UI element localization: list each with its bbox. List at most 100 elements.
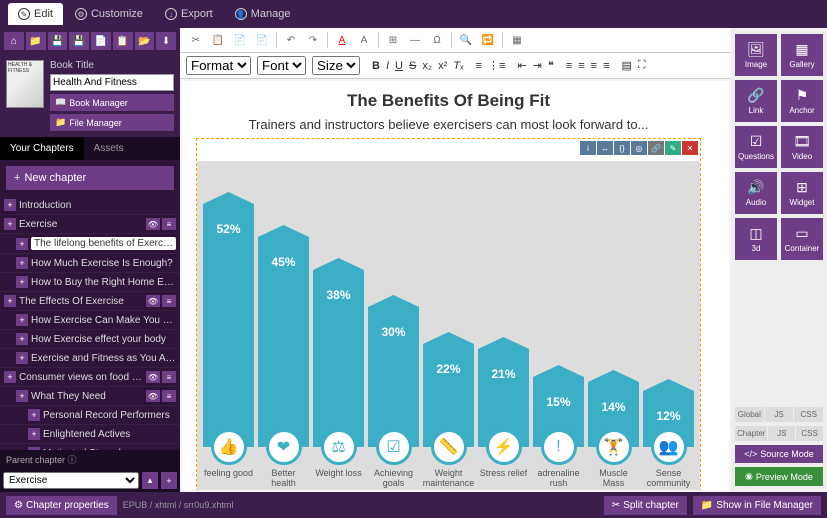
menu-icon[interactable]: ≡ [162,295,176,307]
handle-edit-icon[interactable]: ✎ [665,141,681,155]
menu-icon[interactable]: ≡ [162,390,176,402]
eye-icon[interactable]: 👁 [146,295,160,307]
chapter-js-button[interactable]: JS [768,426,795,441]
outdent-icon[interactable]: ⇤ [517,59,526,72]
special-char-icon[interactable]: Ω [427,31,447,49]
undo-icon[interactable]: ↶ [281,31,301,49]
selectall-icon[interactable]: ▦ [507,31,527,49]
tree-node[interactable]: +How to Buy the Right Home Exercise E [0,273,180,292]
tab-assets[interactable]: Assets [84,137,134,160]
show-in-file-manager-button[interactable]: 📁 Show in File Manager [693,496,821,515]
tree-node[interactable]: +How Exercise effect your body [0,330,180,349]
size-select[interactable]: Size [312,56,360,75]
sub-icon[interactable]: x₂ [422,60,432,72]
expand-icon[interactable]: + [4,295,16,307]
book-title-input[interactable] [50,74,174,91]
handle-info-icon[interactable]: i [580,141,596,155]
handle-link-icon[interactable]: 🔗 [648,141,664,155]
parent-up-button[interactable]: ▴ [142,472,158,489]
tool-save-icon[interactable]: 💾 [48,32,68,50]
bg-color-icon[interactable]: A [354,31,374,49]
tool-home-icon[interactable]: ⌂ [4,32,24,50]
insert-container-button[interactable]: ▭Container [781,218,823,260]
list-bul-icon[interactable]: ⋮≡ [488,59,505,72]
sup-icon[interactable]: x² [438,60,447,72]
tool-saveall-icon[interactable]: 💾 [69,32,89,50]
replace-icon[interactable]: 🔁 [478,31,498,49]
tool-folder-icon[interactable]: 📁 [26,32,46,50]
handle-delete-icon[interactable]: ✕ [682,141,698,155]
text-color-icon[interactable]: A [332,31,352,49]
tree-node[interactable]: +Exercise and Fitness as You Age [0,349,180,368]
expand-icon[interactable]: + [16,352,28,364]
tree-node[interactable]: +Personal Record Performers [0,406,180,425]
menu-icon[interactable]: ≡ [162,218,176,230]
insert-video-button[interactable]: 🎞Video [781,126,823,168]
italic-icon[interactable]: I [386,60,389,72]
copy-icon[interactable]: 📋 [208,31,228,49]
expand-icon[interactable]: + [4,371,16,383]
font-select[interactable]: Font [257,56,306,75]
tool-open-icon[interactable]: 📂 [135,32,155,50]
expand-icon[interactable]: + [16,333,28,345]
tab-edit[interactable]: ✎Edit [8,3,63,25]
tool-download-icon[interactable]: ⬇ [156,32,176,50]
source-mode-button[interactable]: </> Source Mode [735,445,823,463]
align-right-icon[interactable]: ≡ [591,60,597,72]
tree-node[interactable]: +The lifelong benefits of Exercise [0,234,180,254]
insert-widget-button[interactable]: ⊞Widget [781,172,823,214]
book-manager-button[interactable]: 📖 Book Manager [50,94,174,111]
tab-customize[interactable]: ⚙Customize [65,3,153,25]
global-css-button[interactable]: CSS [794,407,823,422]
chapter-properties-button[interactable]: ⚙ Chapter properties [6,496,117,515]
bold-icon[interactable]: B [372,60,380,72]
expand-icon[interactable]: + [4,199,16,211]
eye-icon[interactable]: 👁 [146,390,160,402]
preview-mode-button[interactable]: ◉ Preview Mode [735,467,823,486]
align-justify-icon[interactable]: ≡ [603,60,609,72]
tree-node[interactable]: +What They Need👁≡ [0,387,180,406]
expand-icon[interactable]: + [16,276,28,288]
expand-icon[interactable]: + [16,314,28,326]
tab-manage[interactable]: 👤Manage [225,3,301,25]
handle-target-icon[interactable]: ◎ [631,141,647,155]
handle-code-icon[interactable]: {} [614,141,630,155]
underline-icon[interactable]: U [395,60,403,72]
tree-node[interactable]: +The Effects Of Exercise👁≡ [0,292,180,311]
format-select[interactable]: Format [186,56,251,75]
tree-node[interactable]: +Exercise👁≡ [0,215,180,234]
indent-icon[interactable]: ⇥ [533,59,542,72]
split-chapter-button[interactable]: ✂ Split chapter [604,496,687,515]
expand-icon[interactable]: + [16,257,28,269]
chart-container[interactable]: i ↔ {} ◎ 🔗 ✎ ✕ 52%👍feeling good45%❤Bette… [196,138,701,490]
chapter-scope-button[interactable]: Chapter [735,426,767,441]
maximize-icon[interactable]: ⛶ [638,59,646,72]
paste-icon[interactable]: 📄 [230,31,250,49]
hr-icon[interactable]: — [405,31,425,49]
insert-image-button[interactable]: 🖼Image [735,34,777,76]
clear-icon[interactable]: Tₓ [453,60,463,72]
eye-icon[interactable]: 👁 [146,371,160,383]
paste-text-icon[interactable]: 📄 [252,31,272,49]
insert-gallery-button[interactable]: ▦Gallery [781,34,823,76]
expand-icon[interactable]: + [16,390,28,402]
insert-questions-button[interactable]: ☑Questions [735,126,777,168]
global-js-button[interactable]: JS [765,407,794,422]
parent-add-button[interactable]: + [161,472,177,489]
insert-audio-button[interactable]: 🔊Audio [735,172,777,214]
tree-node[interactable]: +Enlightened Actives [0,425,180,444]
new-chapter-button[interactable]: +New chapter [6,166,174,190]
strike-icon[interactable]: S [409,60,416,72]
table-icon[interactable]: ⊞ [383,31,403,49]
align-left-icon[interactable]: ≡ [566,60,572,72]
expand-icon[interactable]: + [4,218,16,230]
editor-canvas[interactable]: The Benefits Of Being Fit Trainers and i… [182,81,729,490]
tool-doc-icon[interactable]: 📄 [91,32,111,50]
tree-node[interactable]: +Introduction [0,196,180,215]
tree-node[interactable]: +How Exercise Can Make You Happy [0,311,180,330]
tree-node[interactable]: +Consumer views on food & fitne👁≡ [0,368,180,387]
expand-icon[interactable]: + [28,409,40,421]
expand-icon[interactable]: + [16,238,28,250]
tab-your-chapters[interactable]: Your Chapters [0,137,84,160]
file-manager-button[interactable]: 📁 File Manager [50,114,174,131]
